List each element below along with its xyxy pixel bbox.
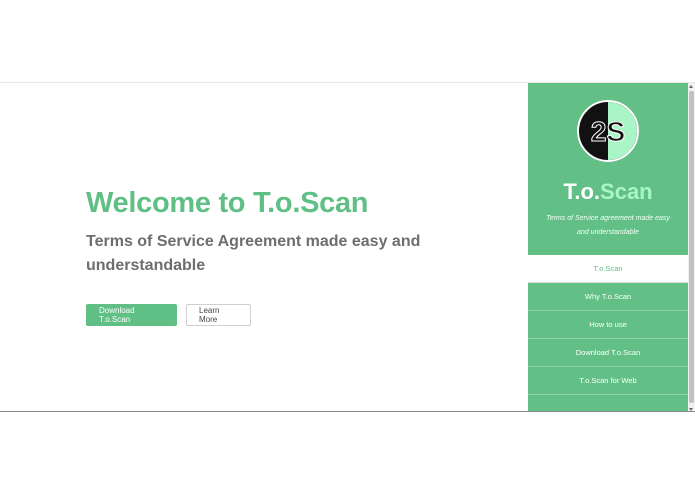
sidebar-brand: 2S T.o.Scan Terms of Service agreement m… xyxy=(528,83,688,255)
scroll-down-icon[interactable] xyxy=(689,408,693,411)
nav-item-toscan[interactable]: T.o.Scan xyxy=(528,255,688,283)
hero-section: Welcome to T.o.Scan Terms of Service Agr… xyxy=(86,187,506,326)
scroll-up-icon[interactable] xyxy=(689,85,693,88)
hero-subtitle: Terms of Service Agreement made easy and… xyxy=(86,233,421,274)
sidebar: 2S T.o.Scan Terms of Service agreement m… xyxy=(528,83,688,411)
scrollbar[interactable] xyxy=(688,83,695,411)
learn-more-button[interactable]: Learn More xyxy=(186,304,251,326)
toscan-logo-icon: 2S xyxy=(577,100,639,162)
scroll-thumb[interactable] xyxy=(689,91,694,403)
sidebar-nav: T.o.Scan Why T.o.Scan How to use Downloa… xyxy=(528,255,688,395)
brand-accent: Scan xyxy=(600,179,653,204)
hero-buttons: Download T.o.Scan Learn More xyxy=(86,304,506,326)
nav-item-toscan-web[interactable]: T.o.Scan for Web xyxy=(528,367,688,395)
brand-title: T.o.Scan xyxy=(528,179,688,205)
logo-text: 2S xyxy=(591,116,625,147)
brand-tagline: Terms of Service agreement made easy and… xyxy=(546,215,670,236)
download-button[interactable]: Download T.o.Scan xyxy=(86,304,177,326)
brand-prefix: T.o. xyxy=(563,179,601,204)
nav-item-how-to-use[interactable]: How to use xyxy=(528,311,688,339)
nav-item-download[interactable]: Download T.o.Scan xyxy=(528,339,688,367)
nav-item-why-toscan[interactable]: Why T.o.Scan xyxy=(528,283,688,311)
page-viewport: Welcome to T.o.Scan Terms of Service Agr… xyxy=(0,82,695,412)
hero-title: Welcome to T.o.Scan xyxy=(86,187,369,219)
